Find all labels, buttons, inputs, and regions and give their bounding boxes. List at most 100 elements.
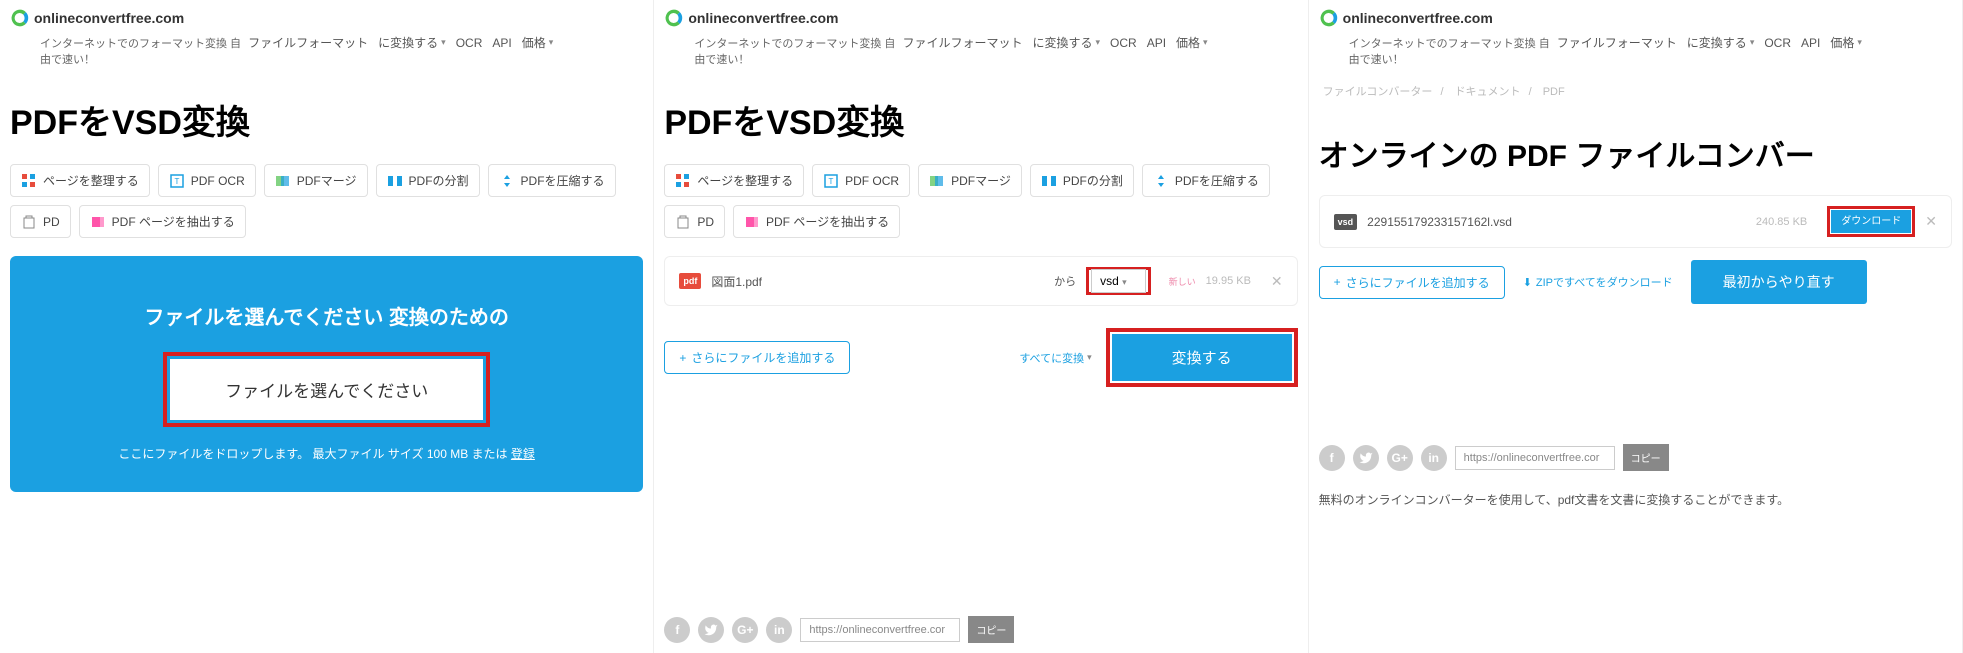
tagline: インターネットでのフォーマット変換 自 ファイルフォーマット に変換する▾ OC… [1319, 32, 1952, 73]
header: onlineconvertfree.com [10, 0, 643, 32]
twitter-icon[interactable] [698, 617, 724, 643]
zip-download-link[interactable]: ⬇ZIPですべてをダウンロード [1523, 274, 1673, 290]
nav-price[interactable]: 価格▾ [522, 34, 554, 51]
tool-split[interactable]: PDFの分割 [376, 164, 480, 197]
nav-price[interactable]: 価格▾ [1176, 34, 1208, 51]
nav-file-format[interactable]: ファイルフォーマット [1557, 34, 1677, 51]
file-name: 図面1.pdf [711, 273, 1044, 290]
tool-organize[interactable]: ページを整理する [664, 164, 804, 197]
format-highlight: vsd ▾ [1086, 267, 1151, 295]
convert-all-link[interactable]: すべてに変換▾ [1019, 350, 1091, 366]
nav-ocr[interactable]: OCR [1764, 36, 1791, 50]
tagline: インターネットでのフォーマット変換 自 ファイルフォーマット に変換する▾ OC… [664, 32, 1297, 73]
logo[interactable]: onlineconvertfree.com [10, 8, 184, 28]
nav-convert-to[interactable]: に変換する▾ [1687, 34, 1755, 51]
facebook-icon[interactable]: f [664, 617, 690, 643]
site-name: onlineconvertfree.com [1343, 10, 1493, 26]
tool-pd[interactable]: PD [10, 205, 71, 238]
convert-button[interactable]: 変換する [1112, 334, 1292, 381]
compress-icon [1153, 173, 1169, 189]
page-title: オンラインの PDF ファイルコンバー [1319, 109, 1952, 195]
nav-api[interactable]: API [1147, 36, 1166, 50]
logo-icon [1319, 8, 1339, 28]
facebook-icon[interactable]: f [1319, 445, 1345, 471]
google-plus-icon[interactable]: G+ [732, 617, 758, 643]
linkedin-icon[interactable]: in [1421, 445, 1447, 471]
choose-file-button[interactable]: ファイルを選んでください [170, 359, 483, 420]
dropzone[interactable]: ファイルを選んでください 変換のための ファイルを選んでください ここにファイル… [10, 256, 643, 492]
drop-title: ファイルを選んでください 変換のための [30, 301, 623, 330]
tool-split[interactable]: PDFの分割 [1030, 164, 1134, 197]
breadcrumb-item[interactable]: ファイルコンバーター [1323, 86, 1433, 98]
add-more-button[interactable]: +さらにファイルを追加する [1319, 266, 1505, 299]
breadcrumb: ファイルコンバーター/ ドキュメント/ PDF [1319, 73, 1952, 109]
breadcrumb-item[interactable]: PDF [1543, 86, 1565, 98]
nav-convert-to[interactable]: に変換する▾ [1032, 34, 1100, 51]
page-title: PDFをVSD変換 [10, 73, 643, 164]
organize-icon [675, 173, 691, 189]
remove-file-icon[interactable]: ✕ [1925, 213, 1937, 230]
nav-api[interactable]: API [492, 36, 511, 50]
nav-ocr[interactable]: OCR [1110, 36, 1137, 50]
trash-icon [21, 214, 37, 230]
copy-button[interactable]: コピー [1623, 444, 1669, 471]
site-name: onlineconvertfree.com [688, 10, 838, 26]
tool-ocr[interactable]: TPDF OCR [812, 164, 910, 197]
tool-merge[interactable]: PDFマージ [264, 164, 368, 197]
page-title: PDFをVSD変換 [664, 73, 1297, 164]
download-icon: ⬇ [1523, 276, 1532, 289]
tool-ocr[interactable]: TPDF OCR [158, 164, 256, 197]
tool-merge[interactable]: PDFマージ [918, 164, 1022, 197]
download-button[interactable]: ダウンロード [1831, 210, 1911, 233]
share-url-input[interactable] [800, 618, 960, 642]
breadcrumb-item[interactable]: ドキュメント [1455, 86, 1521, 98]
file-row: pdf 図面1.pdf から vsd ▾ 新しい 19.95 KB ✕ [664, 256, 1297, 306]
logo-icon [664, 8, 684, 28]
register-link[interactable]: 登録 [511, 447, 535, 461]
remove-file-icon[interactable]: ✕ [1271, 273, 1283, 290]
plus-icon: + [1334, 275, 1341, 289]
google-plus-icon[interactable]: G+ [1387, 445, 1413, 471]
panel-step2: onlineconvertfree.com インターネットでのフォーマット変換 … [654, 0, 1308, 653]
chevron-down-icon: ▾ [1203, 37, 1208, 48]
chevron-down-icon: ▾ [1857, 37, 1862, 48]
tagline: インターネットでのフォーマット変換 自 ファイルフォーマット に変換する▾ OC… [10, 32, 643, 73]
nav-file-format[interactable]: ファイルフォーマット [902, 34, 1022, 51]
header: onlineconvertfree.com [664, 0, 1297, 32]
site-name: onlineconvertfree.com [34, 10, 184, 26]
tool-compress[interactable]: PDFを圧縮する [488, 164, 616, 197]
extract-icon [90, 214, 106, 230]
download-highlight: ダウンロード [1827, 206, 1915, 237]
svg-text:T: T [829, 177, 834, 186]
format-select[interactable]: vsd ▾ [1091, 269, 1146, 293]
logo[interactable]: onlineconvertfree.com [1319, 8, 1493, 28]
nav-ocr[interactable]: OCR [456, 36, 483, 50]
panel-step3: onlineconvertfree.com インターネットでのフォーマット変換 … [1309, 0, 1963, 653]
action-bar: +さらにファイルを追加する すべてに変換▾ 変換する [664, 318, 1297, 397]
nav-api[interactable]: API [1801, 36, 1820, 50]
drop-subtext: ここにファイルをドロップします。 最大ファイル サイズ 100 MB または 登… [30, 445, 623, 462]
new-label: 新しい [1169, 275, 1196, 288]
share-url-input[interactable] [1455, 446, 1615, 470]
organize-icon [21, 173, 37, 189]
nav-convert-to[interactable]: に変換する▾ [378, 34, 446, 51]
tool-extract[interactable]: PDF ページを抽出する [733, 205, 900, 238]
tool-organize[interactable]: ページを整理する [10, 164, 150, 197]
restart-button[interactable]: 最初からやり直す [1691, 260, 1867, 304]
tool-pd[interactable]: PD [664, 205, 725, 238]
split-icon [1041, 173, 1057, 189]
copy-button[interactable]: コピー [968, 616, 1014, 643]
tool-extract[interactable]: PDF ページを抽出する [79, 205, 246, 238]
vsd-badge-icon: vsd [1334, 214, 1358, 230]
add-more-button[interactable]: +さらにファイルを追加する [664, 341, 850, 374]
panel-step1: onlineconvertfree.com インターネットでのフォーマット変換 … [0, 0, 654, 653]
to-label: から [1054, 273, 1076, 289]
logo[interactable]: onlineconvertfree.com [664, 8, 838, 28]
twitter-icon[interactable] [1353, 445, 1379, 471]
linkedin-icon[interactable]: in [766, 617, 792, 643]
nav-price[interactable]: 価格▾ [1830, 34, 1862, 51]
nav-file-format[interactable]: ファイルフォーマット [248, 34, 368, 51]
chevron-down-icon: ▾ [1750, 37, 1755, 48]
tool-compress[interactable]: PDFを圧縮する [1142, 164, 1270, 197]
header: onlineconvertfree.com [1319, 0, 1952, 32]
